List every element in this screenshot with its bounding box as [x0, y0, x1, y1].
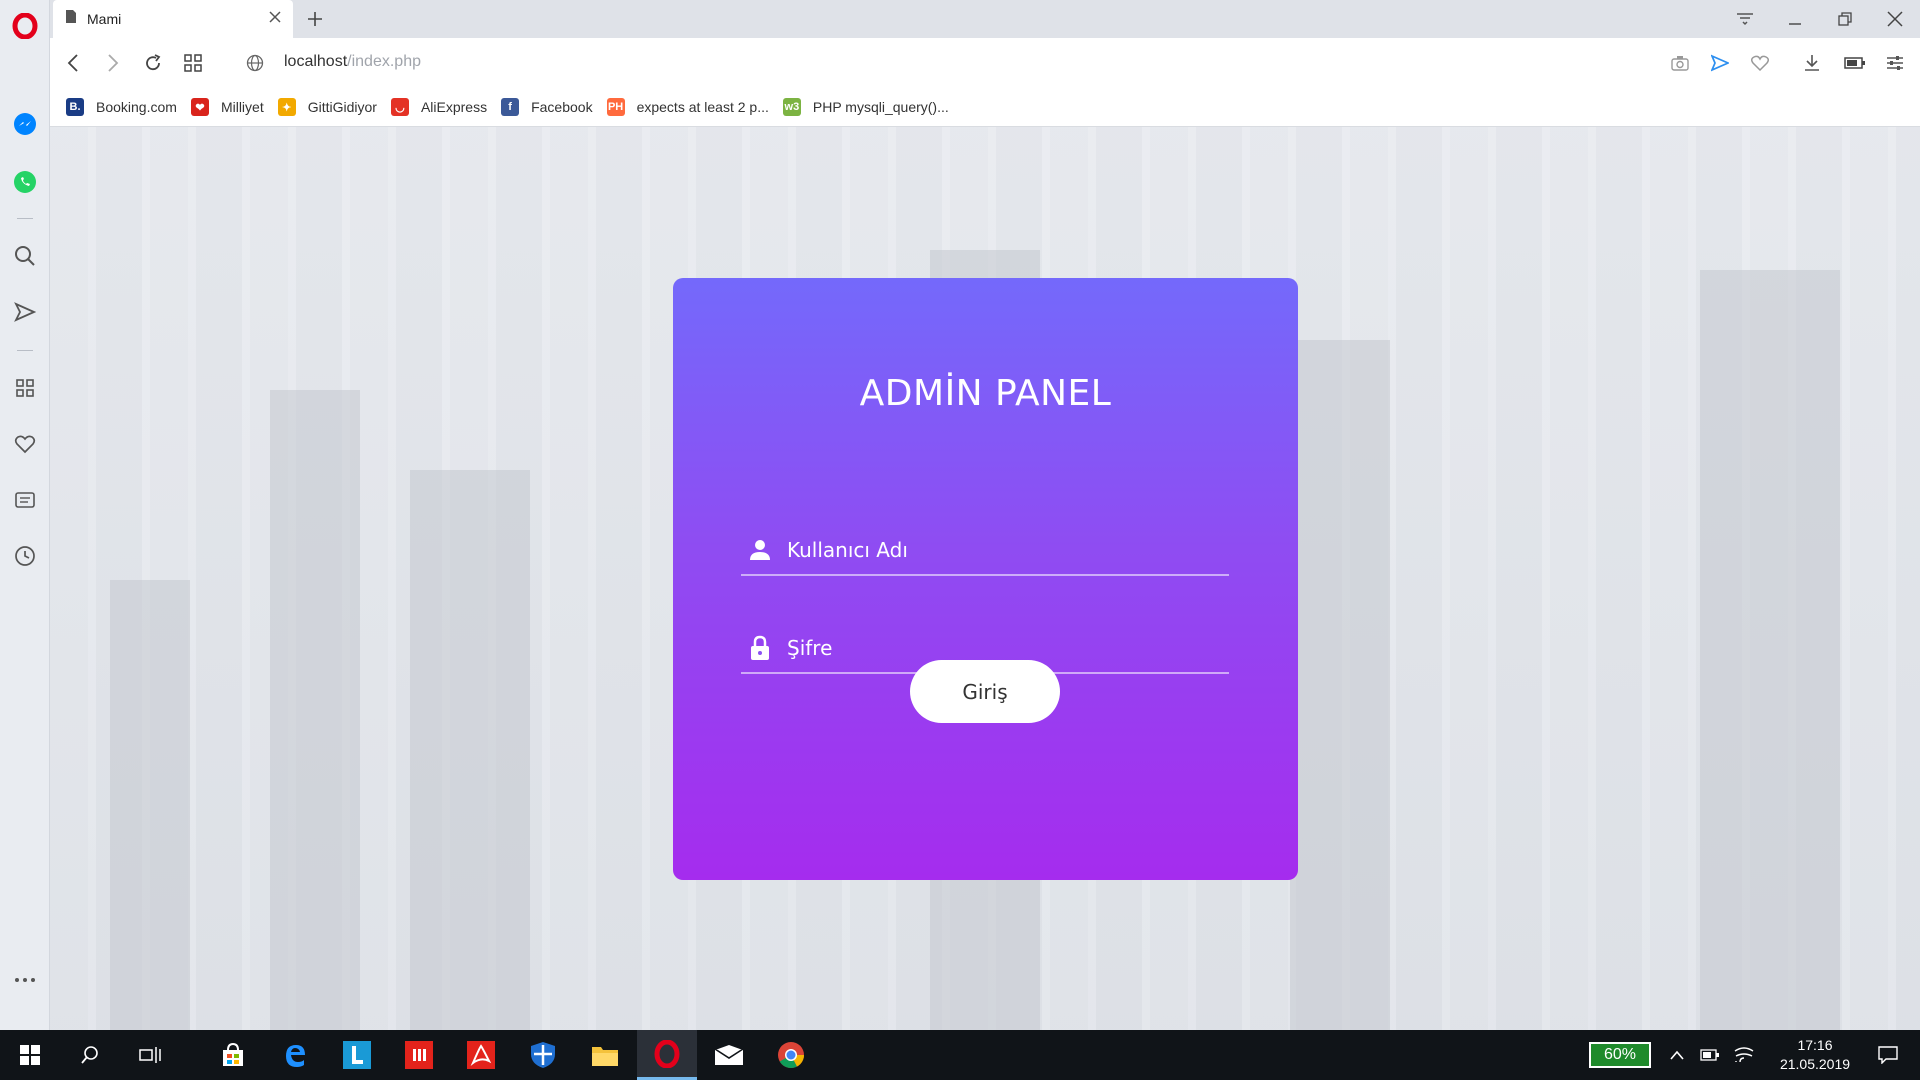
search-icon[interactable] — [0, 236, 50, 276]
flow-send-icon[interactable] — [0, 292, 50, 332]
url-path: /index.php — [347, 53, 421, 70]
bookmark-item[interactable]: f Facebook — [501, 98, 593, 116]
reload-icon[interactable] — [136, 46, 170, 80]
more-dots-icon[interactable] — [0, 960, 50, 1000]
login-button[interactable]: Giriş — [910, 660, 1060, 723]
send-to-flow-icon[interactable] — [1703, 46, 1737, 80]
download-icon[interactable] — [1795, 46, 1829, 80]
username-input[interactable] — [787, 538, 1207, 562]
close-tab-icon[interactable] — [269, 10, 281, 28]
tray-battery-icon[interactable] — [1693, 1030, 1727, 1080]
taskbar-clock[interactable]: 17:16 21.05.2019 — [1770, 1036, 1860, 1074]
tab-title: Mami — [87, 11, 122, 27]
security-shield-icon[interactable] — [513, 1030, 573, 1080]
url-host: localhost — [284, 53, 348, 70]
acrobat-icon[interactable] — [451, 1030, 511, 1080]
history-clock-icon[interactable] — [0, 536, 50, 576]
lingvo-app-icon[interactable] — [327, 1030, 387, 1080]
bookmark-label: expects at least 2 p... — [636, 99, 769, 115]
background-building — [410, 470, 530, 1030]
battery-percent-badge[interactable]: 60% — [1589, 1042, 1651, 1068]
booking-icon: B. — [66, 98, 84, 116]
page-viewport: ADMİN PANEL Giriş — [50, 127, 1920, 1030]
action-center-icon[interactable] — [1858, 1030, 1918, 1080]
login-card: ADMİN PANEL Giriş — [673, 278, 1298, 880]
bookmark-item[interactable]: ◡ AliExpress — [390, 98, 488, 116]
clock-time: 17:16 — [1797, 1037, 1833, 1053]
snapshot-camera-icon[interactable] — [1663, 46, 1697, 80]
minimize-icon[interactable] — [1770, 0, 1820, 38]
opera-taskbar-icon[interactable] — [637, 1030, 697, 1080]
clock-date: 21.05.2019 — [1779, 1056, 1851, 1072]
active-tab[interactable]: Mami — [53, 0, 293, 38]
chrome-icon[interactable] — [761, 1030, 821, 1080]
sidebar-divider — [17, 350, 33, 351]
bookmark-label: GittiGidiyor — [307, 99, 377, 115]
bookmark-label: Booking.com — [96, 99, 177, 115]
bookmark-label: Facebook — [531, 99, 593, 115]
lock-icon — [745, 633, 775, 663]
bookmark-label: Milliyet — [220, 99, 264, 115]
address-bar-row: localhost/index.php — [50, 38, 1920, 88]
store-icon[interactable] — [203, 1030, 263, 1080]
tray-wifi-icon[interactable] — [1727, 1030, 1761, 1080]
user-icon — [745, 535, 775, 565]
red-app-icon[interactable] — [389, 1030, 449, 1080]
url-field[interactable]: localhost/index.php — [284, 53, 421, 71]
battery-saver-icon[interactable] — [1838, 46, 1872, 80]
background-building — [270, 390, 360, 1030]
mail-icon[interactable] — [699, 1030, 759, 1080]
globe-icon — [238, 46, 272, 80]
task-view-icon[interactable] — [120, 1030, 180, 1080]
taskbar-search-icon[interactable] — [60, 1030, 120, 1080]
admin-panel-title: ADMİN PANEL — [859, 373, 1112, 414]
php-icon: w3 — [782, 98, 801, 116]
opera-menu-icon[interactable] — [0, 6, 50, 46]
file-explorer-icon[interactable] — [575, 1030, 635, 1080]
bookmark-label: AliExpress — [420, 99, 488, 115]
milliyet-icon: ❤ — [190, 98, 209, 116]
easy-setup-icon[interactable] — [1878, 46, 1912, 80]
speed-dial-icon[interactable] — [0, 368, 50, 408]
facebook-icon: f — [501, 98, 520, 116]
forward-icon[interactable] — [96, 46, 130, 80]
close-window-icon[interactable] — [1870, 0, 1920, 38]
password-input[interactable] — [787, 636, 1207, 660]
windows-start-icon[interactable] — [0, 1030, 60, 1080]
bookmark-heart-icon[interactable] — [1743, 46, 1777, 80]
bookmark-item[interactable]: B. Booking.com — [66, 98, 177, 116]
tabs-grid-icon[interactable] — [176, 46, 210, 80]
tray-chevron-up-icon[interactable] — [1662, 1030, 1692, 1080]
tab-strip: Mami — [50, 0, 1920, 38]
aliexpress-icon: ◡ — [390, 98, 409, 116]
bookmark-item[interactable]: ❤ Milliyet — [190, 98, 264, 116]
php-error-icon: PH — [606, 98, 625, 116]
whatsapp-icon[interactable] — [0, 162, 50, 202]
messenger-icon[interactable] — [0, 104, 50, 144]
username-field — [741, 526, 1229, 576]
heart-icon[interactable] — [0, 424, 50, 464]
tab-menu-icon[interactable] — [1720, 0, 1770, 38]
bookmark-item[interactable]: ✦ GittiGidiyor — [277, 98, 377, 116]
background-building — [1700, 270, 1840, 1030]
gittigidiyor-icon: ✦ — [277, 98, 296, 116]
bookmark-label: PHP mysqli_query()... — [812, 99, 949, 115]
background-building — [1290, 340, 1390, 1030]
opera-sidebar — [0, 0, 50, 1030]
sidebar-divider — [17, 218, 33, 219]
bookmarks-bar: B. Booking.com ❤ Milliyet ✦ GittiGidiyor ◡ AliE… — [50, 88, 1920, 127]
bookmark-item[interactable]: PH expects at least 2 p... — [606, 98, 769, 116]
bookmark-item[interactable]: w3 PHP mysqli_query()... — [782, 98, 949, 116]
back-icon[interactable] — [56, 46, 90, 80]
news-icon[interactable] — [0, 480, 50, 520]
background-building — [110, 580, 190, 1030]
edge-icon[interactable] — [265, 1030, 325, 1080]
page-icon — [65, 9, 77, 29]
restore-icon[interactable] — [1820, 0, 1870, 38]
new-tab-plus-icon[interactable] — [300, 4, 330, 34]
windows-taskbar: 60% 17:16 21.05.2019 — [0, 1030, 1920, 1080]
